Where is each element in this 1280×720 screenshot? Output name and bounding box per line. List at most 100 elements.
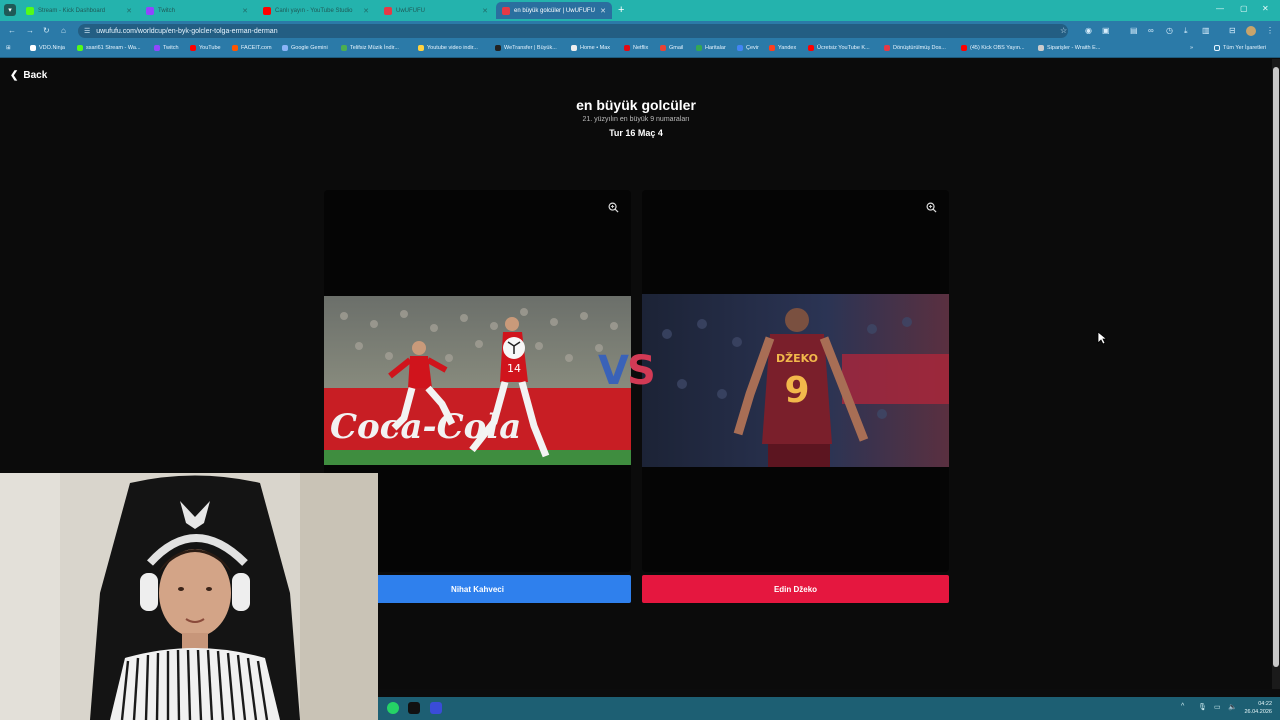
- streamer-app-icon[interactable]: [408, 702, 420, 714]
- url-text: uwufufu.com/worldcup/en-byk-golcler-tolg…: [96, 27, 278, 35]
- close-icon[interactable]: ✕: [242, 7, 248, 15]
- browser-toolbar: ← → ↻ ⌂ ☰ uwufufu.com/worldcup/en-byk-go…: [0, 21, 1280, 41]
- right-candidate-card[interactable]: DŽEKO 9: [642, 190, 949, 572]
- tab-icon[interactable]: ▤: [1130, 26, 1138, 35]
- bookmark-vdo-ninja[interactable]: VDO.Ninja: [30, 45, 65, 51]
- new-tab-button[interactable]: +: [618, 4, 624, 16]
- sidepanel-icon[interactable]: ⊟: [1229, 26, 1236, 35]
- tab-label: Canlı yayın - YouTube Studio: [275, 7, 353, 14]
- bookmark-youtube-indir[interactable]: Youtube video indir...: [418, 45, 478, 51]
- bookmark-donusturulmus[interactable]: Dönüştürülmüş Dos...: [884, 45, 946, 51]
- tab-kick[interactable]: Stream - Kick Dashboard ✕: [20, 2, 138, 19]
- apps-grid-icon[interactable]: ⊞: [6, 45, 11, 51]
- back-arrow-icon[interactable]: ←: [8, 26, 16, 35]
- bookmark-cevir[interactable]: Çevir: [737, 45, 759, 51]
- svg-text:9: 9: [784, 370, 809, 411]
- chevron-left-icon: ❮: [10, 70, 19, 81]
- youtube-icon: [263, 6, 271, 15]
- volume-icon[interactable]: 🔈: [1228, 703, 1237, 711]
- all-bookmarks[interactable]: Tüm Yer İşaretleri: [1214, 45, 1266, 51]
- left-candidate-photo[interactable]: Coca-Cola 14: [324, 296, 631, 465]
- tab-youtube-studio[interactable]: Canlı yayın - YouTube Studio ✕: [257, 2, 375, 19]
- forward-arrow-icon[interactable]: →: [26, 26, 34, 35]
- system-clock[interactable]: 04:22 26.04.2026: [1244, 700, 1272, 716]
- tab-strip: ▾ Stream - Kick Dashboard ✕ Twitch ✕ Can…: [0, 0, 1280, 21]
- screen: ▾ Stream - Kick Dashboard ✕ Twitch ✕ Can…: [0, 0, 1280, 720]
- bookmark-ucretsiz-youtube[interactable]: Ücretsiz YouTube K...: [808, 45, 870, 51]
- back-button[interactable]: ❮ Back: [10, 70, 47, 81]
- bookmark-telifsiz-muzik[interactable]: Telifsiz Müzik İndir...: [341, 45, 399, 51]
- back-label: Back: [23, 70, 48, 81]
- more-bookmarks-icon[interactable]: »: [1190, 45, 1193, 51]
- tab-label: Twitch: [158, 7, 176, 14]
- tab-uwufufu[interactable]: UwUFUFU ✕: [378, 2, 494, 19]
- right-candidate-photo[interactable]: DŽEKO 9: [642, 294, 949, 467]
- svg-text:DŽEKO: DŽEKO: [776, 352, 818, 365]
- tab-active-uwufufu[interactable]: en büyük golcüler | UwUFUFU ✕: [496, 2, 612, 19]
- page-subtitle: 21. yüzyılın en büyük 9 numaraları: [582, 116, 690, 123]
- extension-icon[interactable]: ◉: [1085, 26, 1092, 35]
- extensions-puzzle-icon[interactable]: ▣: [1102, 26, 1110, 35]
- taskbar: ^ 🎙 ▭ 🔈 04:22 26.04.2026: [378, 697, 1280, 720]
- uwufufu-icon: [502, 6, 510, 15]
- minimize-icon[interactable]: —: [1216, 4, 1224, 13]
- bookmark-max[interactable]: Home • Max: [571, 45, 610, 51]
- svg-text:14: 14: [507, 362, 521, 375]
- bookmark-netflix[interactable]: Netflix: [624, 45, 648, 51]
- close-icon[interactable]: ✕: [600, 7, 606, 15]
- bookmark-haritalar[interactable]: Haritalar: [696, 45, 726, 51]
- select-right-button[interactable]: Edin Džeko: [642, 575, 949, 603]
- bookmark-gemini[interactable]: Google Gemini: [282, 45, 328, 51]
- zoom-in-icon[interactable]: [608, 202, 619, 216]
- clock-date: 26.04.2026: [1244, 709, 1272, 715]
- clock-time: 04:22: [1258, 701, 1272, 707]
- round-indicator: Tur 16 Maç 4: [609, 128, 663, 138]
- network-icon[interactable]: ▭: [1214, 703, 1221, 711]
- bookmark-wetransfer[interactable]: WeTransfer | Büyük...: [495, 45, 557, 51]
- bookmark-kick-stream[interactable]: ssari61 Stream - Wa...: [77, 45, 141, 51]
- bookmark-star-icon[interactable]: ☆: [1060, 26, 1067, 35]
- tab-label: Stream - Kick Dashboard: [38, 7, 106, 14]
- zoom-in-icon[interactable]: [926, 202, 937, 216]
- maximize-icon[interactable]: ▢: [1240, 4, 1248, 13]
- microphone-icon[interactable]: 🎙: [1198, 703, 1207, 711]
- uwufufu-icon: [384, 6, 392, 15]
- bookmark-gmail[interactable]: Gmail: [660, 45, 683, 51]
- bookmark-twitch[interactable]: Twitch: [154, 45, 179, 51]
- app-icon[interactable]: [430, 702, 442, 714]
- webcam-overlay: [0, 473, 378, 720]
- reload-icon[interactable]: ↻: [43, 26, 50, 35]
- bookmark-yandex[interactable]: Yandex: [769, 45, 796, 51]
- tray-chevron-icon[interactable]: ^: [1181, 703, 1184, 710]
- close-icon[interactable]: ✕: [363, 7, 369, 15]
- bookmark-youtube[interactable]: YouTube: [190, 45, 221, 51]
- bookmark-kick-obs[interactable]: (45) Kick OBS Yayın...: [961, 45, 1025, 51]
- close-icon[interactable]: ✕: [126, 7, 132, 15]
- kick-icon: [26, 6, 34, 15]
- history-icon[interactable]: ◷: [1166, 26, 1173, 35]
- glasses-icon[interactable]: ∞: [1148, 26, 1154, 35]
- home-icon[interactable]: ⌂: [61, 26, 66, 35]
- page-title: en büyük golcüler: [576, 97, 696, 113]
- close-window-icon[interactable]: ✕: [1262, 4, 1269, 13]
- bookmark-faceit[interactable]: FACEIT.com: [232, 45, 272, 51]
- profile-switch-icon[interactable]: ▥: [1202, 26, 1210, 35]
- site-info-icon[interactable]: ☰: [84, 27, 90, 35]
- mouse-cursor-icon: [1097, 331, 1107, 345]
- address-bar[interactable]: ☰ uwufufu.com/worldcup/en-byk-golcler-to…: [78, 24, 1068, 38]
- scrollbar[interactable]: [1272, 59, 1280, 689]
- tab-search-button[interactable]: ▾: [4, 4, 16, 16]
- twitch-icon: [146, 6, 154, 15]
- download-icon[interactable]: ⤓: [1184, 26, 1188, 36]
- avatar[interactable]: [1246, 26, 1256, 36]
- tab-label: en büyük golcüler | UwUFUFU: [514, 7, 595, 14]
- close-icon[interactable]: ✕: [482, 7, 488, 15]
- tab-twitch[interactable]: Twitch ✕: [140, 2, 254, 19]
- tab-label: UwUFUFU: [396, 7, 425, 14]
- bookmarks-bar: ⊞ VDO.Ninja ssari61 Stream - Wa... Twitc…: [0, 41, 1280, 58]
- kebab-menu-icon[interactable]: ⋮: [1266, 26, 1274, 35]
- scrollbar-thumb[interactable]: [1273, 67, 1279, 667]
- vs-label: VS: [598, 348, 656, 394]
- bookmark-siparisler[interactable]: Siparişler - Wraith E...: [1038, 45, 1100, 51]
- whatsapp-icon[interactable]: [387, 702, 399, 714]
